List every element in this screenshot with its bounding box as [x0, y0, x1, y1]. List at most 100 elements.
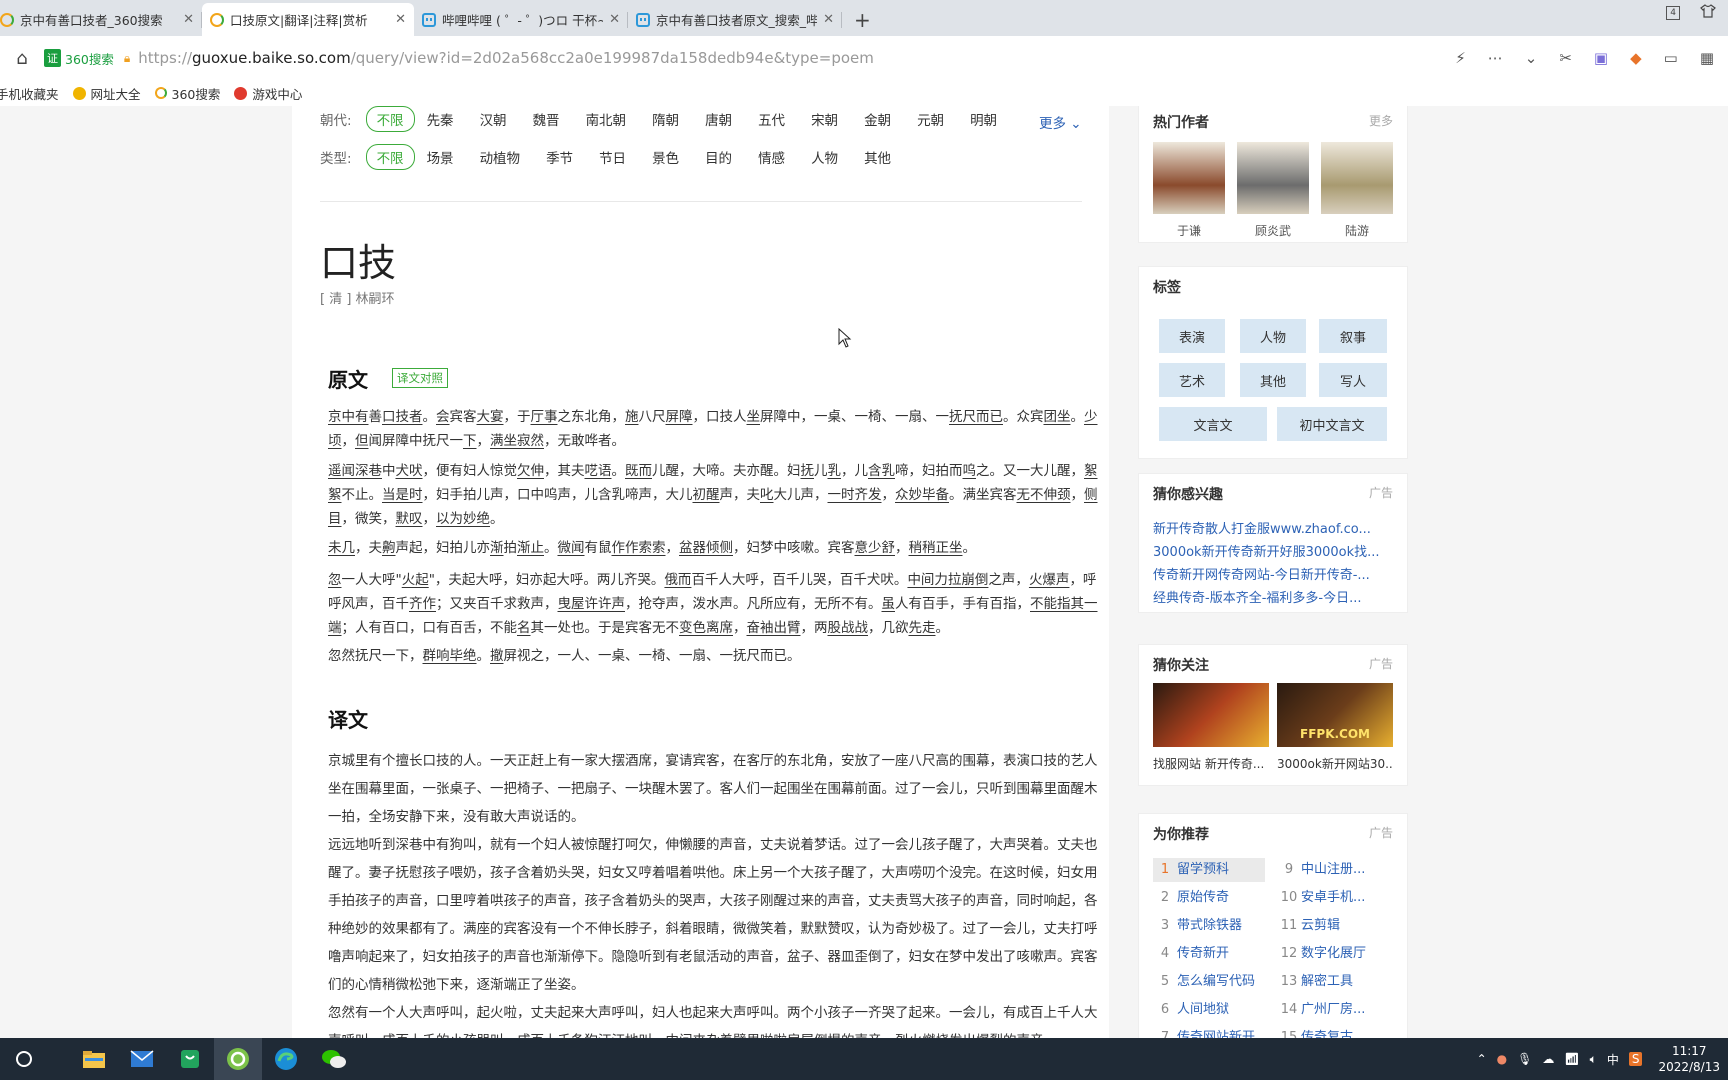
tag-button[interactable]: 其他 [1240, 363, 1306, 397]
tag-button[interactable]: 艺术 [1159, 363, 1225, 397]
close-icon[interactable]: ✕ [395, 12, 406, 27]
start-search-icon[interactable] [0, 1038, 48, 1080]
browser-tab[interactable]: 哔哩哔哩 ( ゜- ゜)つロ 干杯~-b ✕ [414, 3, 628, 36]
annotated-term[interactable]: 既而 [625, 463, 652, 479]
ad-caption[interactable]: 3000ok新开网站30... [1277, 755, 1393, 772]
filter-option[interactable]: 动植物 [480, 147, 521, 167]
file-explorer-icon[interactable] [70, 1038, 118, 1080]
author-item[interactable]: 于谦 [1153, 142, 1225, 239]
annotated-term[interactable]: 默叹 [396, 511, 423, 527]
bookmark-url-directory[interactable]: 网址大全 [72, 84, 141, 103]
ad-banner-image[interactable]: FFPK.COM [1277, 683, 1393, 747]
recommend-item[interactable]: 3 带式除铁器 [1153, 914, 1265, 938]
shirt-icon[interactable] [1700, 4, 1716, 22]
annotated-term[interactable]: 未几 [328, 540, 355, 556]
annotated-term[interactable]: 呜 [963, 463, 977, 479]
filter-option[interactable]: 人物 [811, 147, 838, 167]
filter-option[interactable]: 先秦 [427, 109, 454, 129]
home-icon[interactable]: ⌂ [0, 48, 44, 69]
annotated-term[interactable]: 渐 [490, 540, 504, 556]
annotated-term[interactable]: 会 [436, 409, 450, 425]
chevron-down-icon[interactable]: ⌄ [1525, 49, 1538, 67]
recommend-item[interactable]: 13 解密工具 [1277, 970, 1397, 994]
sidebar-icon[interactable]: ▭ [1664, 49, 1678, 67]
wechat-icon[interactable] [310, 1038, 358, 1080]
annotated-term[interactable]: 大宴 [477, 409, 504, 425]
recommend-item[interactable]: 1 留学预科 [1153, 858, 1265, 882]
annotated-term[interactable]: 呓语 [585, 463, 612, 479]
ad-banner-image[interactable] [1153, 683, 1269, 747]
compare-translation-button[interactable]: 译文对照 [392, 368, 448, 388]
game-icon[interactable]: ◆ [1630, 49, 1642, 67]
360-browser-taskbar-icon[interactable] [214, 1038, 262, 1080]
annotated-term[interactable]: 虽 [882, 596, 896, 612]
recommend-item[interactable]: 6 人间地狱 [1153, 998, 1265, 1022]
tray-expand-icon[interactable]: ⌃ [1477, 1052, 1487, 1066]
tag-button[interactable]: 叙事 [1319, 319, 1387, 353]
annotated-term[interactable]: 齁 [382, 540, 396, 556]
annotated-term[interactable]: 股战战 [828, 620, 869, 636]
lightning-icon[interactable]: ⚡︎ [1455, 49, 1466, 67]
url-text[interactable]: https://guoxue.baike.so.com/query/view?i… [138, 49, 874, 67]
annotated-term[interactable]: 屏障 [666, 409, 693, 425]
author-item[interactable]: 陆游 [1321, 142, 1393, 239]
bookmark-game-center[interactable]: 游戏中心 [234, 84, 302, 103]
poem-author[interactable]: [ 清 ] 林嗣环 [320, 288, 395, 307]
annotated-term[interactable]: 一时齐发 [828, 487, 882, 503]
annotated-term[interactable]: 中间力拉崩倒 [907, 572, 988, 588]
annotated-term[interactable]: 抚 [801, 463, 815, 479]
annotated-term[interactable]: 群响毕绝 [423, 648, 477, 664]
filter-option[interactable]: 魏晋 [533, 109, 560, 129]
edge-icon[interactable] [262, 1038, 310, 1080]
filter-option[interactable]: 唐朝 [705, 109, 732, 129]
annotated-term[interactable]: 撤 [490, 648, 504, 664]
annotated-term[interactable]: 意少舒 [855, 540, 896, 556]
annotated-term[interactable]: 无不伸颈 [1017, 487, 1071, 503]
ad-link[interactable]: 传奇新开网传奇网站-今日新开传奇-... [1153, 564, 1393, 583]
filter-option[interactable]: 汉朝 [480, 109, 507, 129]
annotated-term[interactable]: 施 [625, 409, 639, 425]
filter-option[interactable]: 其他 [864, 147, 891, 167]
new-tab-button[interactable]: + [842, 3, 883, 36]
filter-option[interactable]: 元朝 [917, 109, 944, 129]
window-count-badge[interactable]: 4 [1666, 6, 1680, 20]
recommend-item[interactable]: 7 传奇网站新开 [1153, 1026, 1265, 1038]
annotated-term[interactable]: 当是时 [382, 487, 423, 503]
annotated-term[interactable]: 团坐 [1044, 409, 1071, 425]
volume-icon[interactable]: 🔈︎ [1590, 1052, 1597, 1067]
ad-link[interactable]: 3000ok新开传奇新开好服3000ok找... [1153, 541, 1393, 560]
filter-option[interactable]: 明朝 [970, 109, 997, 129]
scissors-icon[interactable]: ✂︎ [1559, 49, 1572, 67]
ad-link[interactable]: 新开传奇散人打金服www.zhaof.co... [1153, 518, 1393, 537]
clock[interactable]: 11:17 2022/8/13 [1658, 1043, 1720, 1075]
annotated-term[interactable]: 渐止 [517, 540, 544, 556]
recommend-item[interactable]: 11 云剪辑 [1277, 914, 1397, 938]
hot-authors-more-link[interactable]: 更多 [1369, 112, 1393, 129]
annotated-term[interactable]: 厅事 [531, 409, 558, 425]
annotated-term[interactable]: 坐 [747, 409, 761, 425]
filter-option[interactable]: 不限 [365, 106, 415, 132]
annotated-term[interactable]: 火起 [402, 572, 429, 588]
annotated-term[interactable]: 齐作 [409, 596, 436, 612]
annotated-term[interactable]: 曳屋许许声 [558, 596, 626, 612]
filter-option[interactable]: 金朝 [864, 109, 891, 129]
annotated-term[interactable]: 欠伸 [517, 463, 544, 479]
recommend-item[interactable]: 4 传奇新开 [1153, 942, 1265, 966]
ime-indicator[interactable]: 中 [1607, 1051, 1619, 1068]
close-icon[interactable]: ✕ [609, 12, 620, 27]
filter-option[interactable]: 场景 [427, 147, 454, 167]
annotated-term[interactable]: 深巷 [355, 463, 382, 479]
annotated-term[interactable]: 下 [463, 433, 477, 449]
annotated-term[interactable]: 抚尺 [949, 409, 976, 425]
annotated-term[interactable]: 微闻 [558, 540, 585, 556]
annotated-term[interactable]: 名 [517, 620, 531, 636]
browser-tab[interactable]: 口技原文|翻译|注释|赏析 ✕ [202, 3, 414, 36]
bookmark-360-search[interactable]: 360搜索 [154, 84, 220, 103]
annotated-term[interactable]: 俄而 [664, 572, 691, 588]
annotated-term[interactable]: 火爆声 [1029, 572, 1070, 588]
tag-button[interactable]: 文言文 [1159, 407, 1267, 441]
annotated-term[interactable]: 遥闻 [328, 463, 355, 479]
tag-button[interactable]: 写人 [1319, 363, 1387, 397]
microphone-icon[interactable]: 🎙︎ [1517, 1052, 1532, 1066]
url-field[interactable]: 证 360搜索 🔒︎ https://guoxue.baike.so.com/q… [44, 43, 874, 73]
